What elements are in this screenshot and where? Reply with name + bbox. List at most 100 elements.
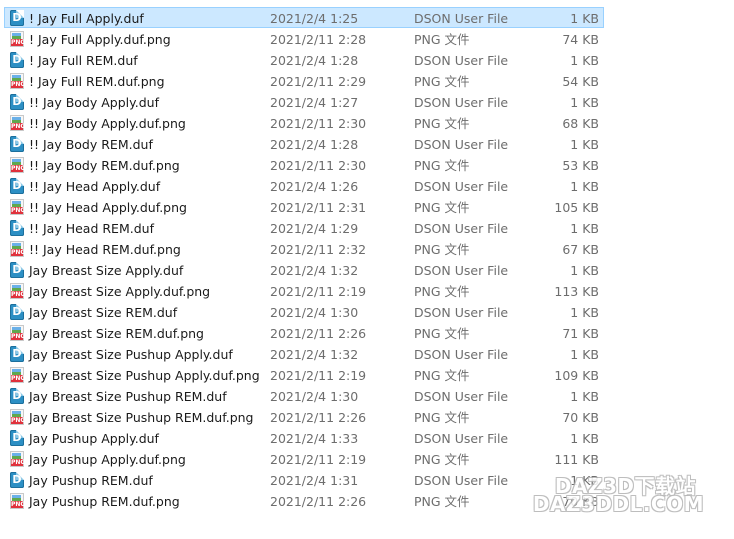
file-list: D ! Jay Full Apply.duf 2021/2/4 1:25 DSON U… xyxy=(4,7,604,511)
duf-icon-letter: D xyxy=(12,389,22,402)
file-row[interactable]: PNG Jay Breast Size REM.duf.png 2021/2/11 … xyxy=(4,322,604,343)
file-name: ! Jay Full Apply.duf.png xyxy=(29,32,171,47)
duf-file-icon: D xyxy=(10,472,24,488)
file-type: PNG 文件 xyxy=(414,452,470,467)
file-row[interactable]: D Jay Breast Size Pushup Apply.duf 2021/2/… xyxy=(4,343,604,364)
file-type: PNG 文件 xyxy=(414,284,470,299)
png-tag-label: PNG xyxy=(11,501,26,508)
file-row[interactable]: PNG!! Jay Head Apply.duf.png 2021/2/11 2:… xyxy=(4,196,604,217)
file-size: 1 KB xyxy=(570,137,599,152)
duf-file-icon: D xyxy=(10,178,24,194)
file-date-modified: 2021/2/4 1:30 xyxy=(270,389,359,404)
file-type: DSON User File xyxy=(414,137,509,152)
file-row[interactable]: D ! Jay Full REM.duf 2021/2/4 1:28 DSON Use… xyxy=(4,49,604,70)
file-size: 1 KB xyxy=(570,431,599,446)
file-date-modified: 2021/2/4 1:28 xyxy=(270,137,359,152)
file-row[interactable]: D Jay Breast Size Pushup REM.duf 2021/2/4 … xyxy=(4,385,604,406)
file-name: !! Jay Head REM.duf xyxy=(29,221,154,236)
png-tag-label: PNG xyxy=(11,123,26,130)
file-size: 1 KB xyxy=(570,305,599,320)
file-row[interactable]: PNG!! Jay Body REM.duf.png 2021/2/11 2:30… xyxy=(4,154,604,175)
file-row[interactable]: D Jay Breast Size REM.duf 2021/2/4 1:30 DSO… xyxy=(4,301,604,322)
png-tag-label: PNG xyxy=(11,207,26,214)
file-size: 1 KB xyxy=(570,347,599,362)
file-date-modified: 2021/2/11 2:28 xyxy=(270,32,367,47)
file-row[interactable]: D ! Jay Full Apply.duf 2021/2/4 1:25 DSON U… xyxy=(4,7,604,28)
file-row[interactable]: PNG Jay Pushup REM.duf.png 2021/2/11 2:26 P… xyxy=(4,490,604,511)
file-date-modified: 2021/2/11 2:30 xyxy=(270,116,367,131)
file-size: 67 KB xyxy=(562,242,599,257)
file-size: 68 KB xyxy=(562,116,599,131)
file-type: PNG 文件 xyxy=(414,410,470,425)
file-date-modified: 2021/2/11 2:29 xyxy=(270,74,367,89)
file-row[interactable]: PNG!! Jay Body Apply.duf.png 2021/2/11 2:… xyxy=(4,112,604,133)
duf-icon-letter: D xyxy=(12,179,22,192)
duf-file-icon: D xyxy=(10,220,24,236)
png-tag-label: PNG xyxy=(11,375,26,382)
file-type: DSON User File xyxy=(414,347,509,362)
file-date-modified: 2021/2/11 2:30 xyxy=(270,158,367,173)
file-row[interactable]: D !! Jay Head REM.duf 2021/2/4 1:29 DSON Us… xyxy=(4,217,604,238)
duf-icon-letter: D xyxy=(12,263,22,276)
file-name: Jay Breast Size Pushup Apply.duf xyxy=(29,347,233,362)
file-name: Jay Breast Size REM.duf xyxy=(29,305,178,320)
file-row[interactable]: PNG Jay Breast Size Pushup REM.duf.png 202… xyxy=(4,406,604,427)
file-row[interactable]: PNG Jay Pushup Apply.duf.png 2021/2/11 2:1… xyxy=(4,448,604,469)
duf-file-icon: D xyxy=(10,388,24,404)
file-size: 105 KB xyxy=(554,200,599,215)
watermark-line-2: DAZ3DDL.COM xyxy=(532,492,704,516)
file-date-modified: 2021/2/11 2:19 xyxy=(270,368,367,383)
file-date-modified: 2021/2/4 1:25 xyxy=(270,11,359,26)
file-row[interactable]: D !! Jay Head Apply.duf 2021/2/4 1:26 DSON … xyxy=(4,175,604,196)
file-name: ! Jay Full Apply.duf xyxy=(29,11,144,26)
png-file-icon: PNG xyxy=(10,367,26,383)
file-name: ! Jay Full REM.duf.png xyxy=(29,74,165,89)
file-row[interactable]: D Jay Pushup REM.duf 2021/2/4 1:31 DSON Use… xyxy=(4,469,604,490)
file-date-modified: 2021/2/11 2:32 xyxy=(270,242,367,257)
png-file-icon: PNG xyxy=(10,241,25,257)
file-name: Jay Breast Size Pushup Apply.duf.png xyxy=(29,368,260,383)
file-row[interactable]: PNG! Jay Full REM.duf.png 2021/2/11 2:29 P… xyxy=(4,70,604,91)
file-size: 1 KB xyxy=(570,389,599,404)
file-row[interactable]: D !! Jay Body REM.duf 2021/2/4 1:28 DSON Us… xyxy=(4,133,604,154)
png-tag-label: PNG xyxy=(11,459,26,466)
png-file-icon: PNG xyxy=(10,31,25,47)
file-row[interactable]: D Jay Breast Size Apply.duf 2021/2/4 1:32 D… xyxy=(4,259,604,280)
file-type: PNG 文件 xyxy=(414,494,470,509)
png-file-icon: PNG xyxy=(10,409,25,425)
file-date-modified: 2021/2/4 1:27 xyxy=(270,95,359,110)
file-type: PNG 文件 xyxy=(414,158,470,173)
png-file-icon: PNG xyxy=(10,325,25,341)
file-name: !! Jay Head REM.duf.png xyxy=(29,242,181,257)
file-name: Jay Pushup REM.duf xyxy=(29,473,153,488)
file-row[interactable]: PNG !! Jay Head REM.duf.png 2021/2/11 2:32… xyxy=(4,238,604,259)
file-type: PNG 文件 xyxy=(414,74,470,89)
duf-icon-letter: D xyxy=(12,347,22,360)
file-size: 113 KB xyxy=(554,284,599,299)
duf-icon-letter: D xyxy=(12,431,22,444)
duf-icon-letter: D xyxy=(12,221,22,234)
file-type: PNG 文件 xyxy=(414,326,470,341)
file-size: 70 KB xyxy=(562,410,599,425)
duf-file-icon: D xyxy=(10,304,24,320)
file-date-modified: 2021/2/4 1:33 xyxy=(270,431,359,446)
file-date-modified: 2021/2/11 2:26 xyxy=(270,494,367,509)
file-row[interactable]: PNG Jay Breast Size Pushup Apply.duf.png 2… xyxy=(4,364,604,385)
file-type: PNG 文件 xyxy=(414,368,470,383)
png-file-icon: PNG xyxy=(10,115,26,131)
file-row[interactable]: D Jay Pushup Apply.duf 2021/2/4 1:33 DSON U… xyxy=(4,427,604,448)
file-row[interactable]: PNG ! Jay Full Apply.duf.png 2021/2/11 2:2… xyxy=(4,28,604,49)
file-size: 1 KB xyxy=(570,95,599,110)
file-name: !! Jay Body Apply.duf xyxy=(29,95,159,110)
png-tag-label: PNG xyxy=(11,291,26,298)
duf-icon-letter: D xyxy=(12,95,22,108)
file-name: Jay Pushup Apply.duf.png xyxy=(29,452,186,467)
file-type: PNG 文件 xyxy=(414,242,470,257)
png-tag-label: PNG xyxy=(11,81,26,88)
file-row[interactable]: PNG Jay Breast Size Apply.duf.png 2021/2/1… xyxy=(4,280,604,301)
file-size: 74 KB xyxy=(562,32,599,47)
file-date-modified: 2021/2/4 1:30 xyxy=(270,305,359,320)
file-name: !! Jay Head Apply.duf.png xyxy=(29,200,187,215)
duf-file-icon: D xyxy=(10,52,24,68)
file-row[interactable]: D !! Jay Body Apply.duf 2021/2/4 1:27 DSON … xyxy=(4,91,604,112)
